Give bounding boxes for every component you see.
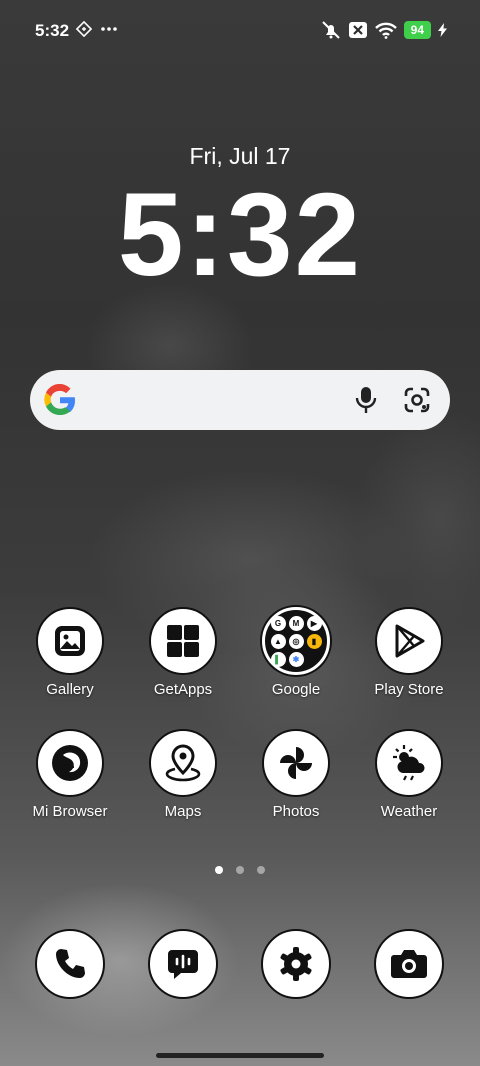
page-dot[interactable] [215,866,223,874]
app-label: Photos [272,803,320,820]
getapps-icon [167,625,199,657]
page-dot[interactable] [236,866,244,874]
app-gallery[interactable]: Gallery [14,607,126,698]
app-label: Google [271,681,321,698]
app-photos[interactable]: Photos [240,729,352,820]
clock-widget[interactable]: 5:32 [0,170,480,300]
app-label: Gallery [46,681,94,698]
folder-item: ○ [311,654,317,664]
folder-item: ▮ [306,633,322,649]
messages-icon [168,950,198,979]
folder-item: ▌ [270,651,286,667]
dock-camera[interactable] [353,929,465,999]
wifi-icon [374,22,397,39]
app-maps[interactable]: Maps [127,729,239,820]
folder-item: ◎ [288,633,304,649]
app-weather[interactable]: Weather [353,729,465,820]
page-indicator [0,866,480,874]
phone-icon [56,949,85,978]
charging-icon [438,23,447,37]
home-indicator[interactable] [156,1053,324,1058]
nfc-icon [76,21,92,37]
date-label[interactable]: Fri, Jul 17 [0,143,480,170]
dock-phone[interactable] [14,929,126,999]
google-lens-icon[interactable] [402,385,432,415]
folder-item: ▶ [306,615,322,631]
play-store-icon [395,624,425,658]
mute-icon [321,21,340,39]
google-folder-icon: G M ▶ ▲ ◎ ▮ ▌ ✱ ○ [270,615,322,667]
app-label: Maps [164,803,202,820]
folder-item: ✱ [288,651,304,667]
app-label: Mi Browser [32,803,108,820]
weather-icon [393,745,425,781]
status-time: 5:32 [35,21,70,40]
app-getapps[interactable]: GetApps [127,607,239,698]
app-mi-browser[interactable]: Mi Browser [14,729,126,820]
app-play-store[interactable]: Play Store [353,607,465,698]
folder-item: G [270,615,286,631]
dock-settings[interactable] [240,929,352,999]
gallery-icon [55,626,85,656]
mi-browser-icon [52,745,88,781]
google-search-bar[interactable] [30,370,450,430]
folder-item: M [288,615,304,631]
page-dot[interactable] [257,866,265,874]
no-sim-icon [348,22,367,38]
battery-indicator: 94 [403,21,431,39]
mic-icon[interactable] [354,385,378,415]
dock-messages[interactable] [127,929,239,999]
photos-icon [280,747,312,779]
maps-icon [165,744,201,782]
app-label: Play Store [374,681,444,698]
more-dots-icon [101,27,117,31]
settings-icon [280,947,312,981]
app-label: GetApps [153,681,213,698]
folder-google[interactable]: G M ▶ ▲ ◎ ▮ ▌ ✱ ○ Google [240,607,352,698]
camera-icon [391,950,427,978]
status-bar: 5:32 94 [0,0,480,62]
app-label: Weather [380,803,438,820]
folder-item: ▲ [270,633,286,649]
google-g-icon [44,383,76,416]
